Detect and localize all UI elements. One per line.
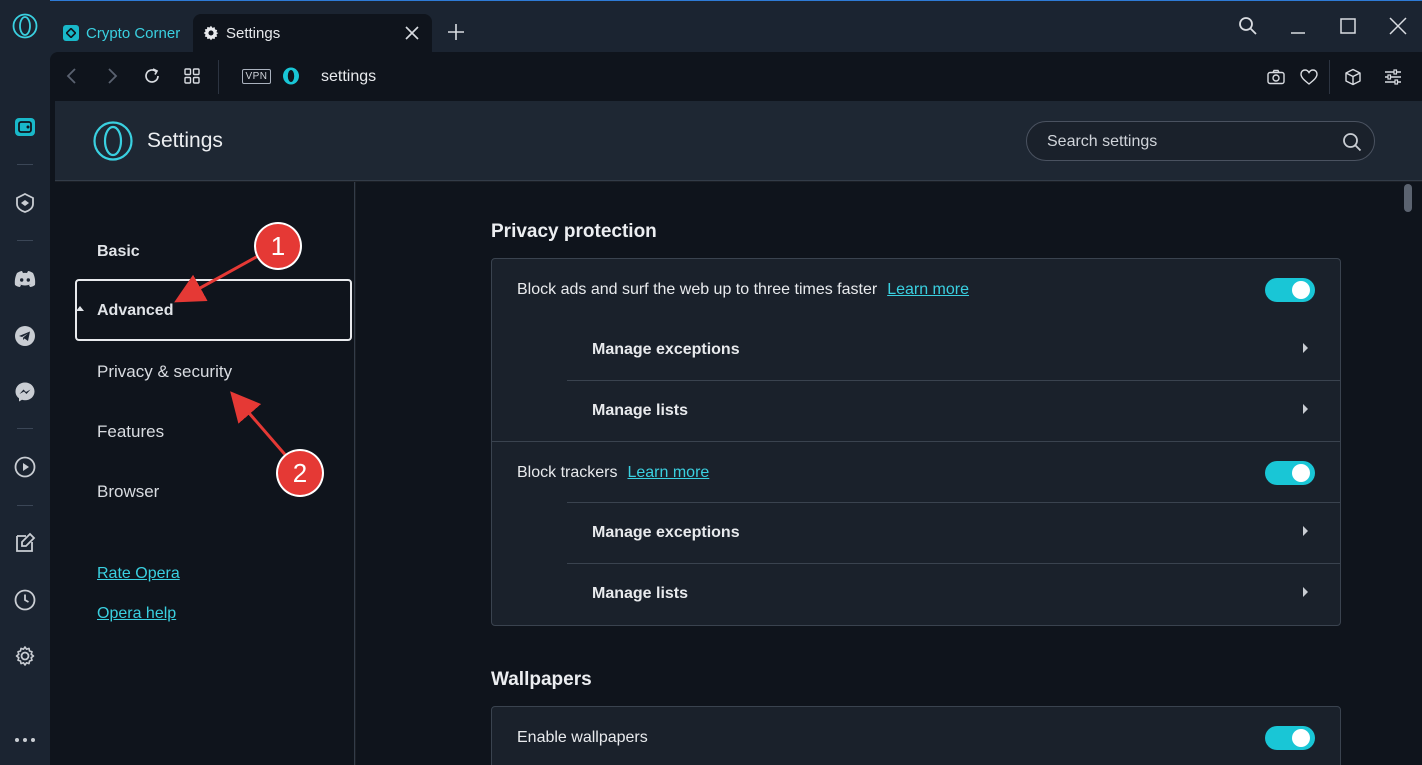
gear-icon (203, 25, 219, 41)
back-arrow-icon[interactable] (61, 65, 83, 87)
section-title-wallpapers: Wallpapers (491, 669, 592, 690)
block-ads-text: Block ads and surf the web up to three t… (517, 281, 878, 298)
caret-up-icon (76, 306, 84, 311)
scrollbar-thumb[interactable] (1404, 184, 1412, 212)
settings-content: Privacy protection Block ads and surf th… (356, 182, 1422, 765)
nav-browser[interactable]: Browser (97, 482, 159, 502)
close-tab-icon[interactable] (404, 25, 420, 41)
opera-settings-logo-icon (93, 121, 133, 161)
search-settings-input[interactable] (1047, 131, 1327, 153)
tab-strip: Crypto Corner Settings (50, 0, 1422, 52)
wallet-icon[interactable] (13, 115, 37, 139)
address-separator (1329, 60, 1330, 94)
manage-lists-label: Manage lists (592, 585, 689, 602)
messenger-icon[interactable] (13, 380, 37, 404)
manage-lists-label: Manage lists (592, 402, 689, 419)
discord-icon[interactable] (13, 267, 37, 291)
settings-header: Settings (55, 101, 1422, 181)
block-ads-learn-more-link[interactable]: Learn more (887, 281, 969, 298)
search-icon[interactable] (1342, 132, 1362, 152)
trackers-manage-lists-row[interactable]: Manage lists (567, 564, 1340, 625)
maximize-window-icon[interactable] (1336, 14, 1360, 38)
chevron-right-icon (1303, 526, 1308, 536)
block-trackers-toggle[interactable] (1265, 461, 1315, 485)
sidebar-separator (17, 428, 33, 429)
ads-manage-lists-row[interactable]: Manage lists (567, 381, 1340, 442)
tab-settings[interactable]: Settings (193, 14, 432, 52)
ads-manage-exceptions-row[interactable]: Manage exceptions (567, 320, 1340, 381)
address-bar: VPN settings (50, 52, 1422, 101)
block-ads-label: Block ads and surf the web up to three t… (517, 281, 969, 299)
extensions-cube-icon[interactable] (1342, 66, 1364, 88)
url-text[interactable]: settings (321, 68, 376, 86)
opera-page-icon (283, 67, 299, 85)
reload-icon[interactable] (141, 65, 163, 87)
pinboard-icon[interactable] (13, 531, 37, 555)
opera-help-link[interactable]: Opera help (97, 605, 176, 623)
manage-exceptions-label: Manage exceptions (592, 341, 740, 358)
vpn-badge[interactable]: VPN (242, 69, 271, 84)
settings-page: Settings Basic Advanced Privacy & securi… (55, 101, 1422, 765)
section-title-privacy-protection: Privacy protection (491, 221, 657, 242)
minimize-window-icon[interactable] (1286, 14, 1310, 38)
search-settings-box[interactable] (1026, 121, 1375, 161)
block-trackers-label: Block trackers Learn more (517, 464, 709, 482)
manage-exceptions-label: Manage exceptions (592, 524, 740, 541)
settings-gear-icon[interactable] (13, 644, 37, 668)
address-separator (218, 60, 219, 94)
sidebar-separator (17, 164, 33, 165)
history-icon[interactable] (13, 588, 37, 612)
opera-logo-icon[interactable] (12, 13, 38, 39)
tab-crypto-corner[interactable]: Crypto Corner (55, 14, 193, 52)
tab-grid-icon[interactable] (181, 65, 203, 87)
annotation-badge-2: 2 (278, 451, 322, 495)
crypto-corner-icon (63, 25, 79, 41)
tab-search-icon[interactable] (1236, 14, 1260, 38)
enable-wallpapers-label: Enable wallpapers (517, 729, 648, 746)
tab-label: Crypto Corner (86, 24, 181, 42)
annotation-badge-1: 1 (256, 224, 300, 268)
block-ads-toggle[interactable] (1265, 278, 1315, 302)
more-options-icon[interactable] (13, 728, 37, 752)
wallpapers-card: Enable wallpapers (491, 706, 1341, 765)
block-trackers-learn-more-link[interactable]: Learn more (627, 464, 709, 481)
crypto-shield-icon[interactable] (13, 191, 37, 215)
nav-privacy-security[interactable]: Privacy & security (97, 362, 232, 382)
chevron-right-icon (1303, 587, 1308, 597)
tab-label: Settings (226, 24, 281, 42)
opera-sidebar (0, 0, 50, 765)
trackers-manage-exceptions-row[interactable]: Manage exceptions (567, 503, 1340, 564)
bookmark-heart-icon[interactable] (1298, 66, 1320, 88)
nav-advanced[interactable]: Advanced (97, 302, 173, 320)
sidebar-separator (17, 240, 33, 241)
block-trackers-text: Block trackers (517, 464, 618, 481)
player-icon[interactable] (13, 455, 37, 479)
new-tab-plus-icon[interactable] (446, 22, 466, 42)
browser-frame: VPN settings Settings Search settings Ba… (50, 52, 1422, 765)
close-window-icon[interactable] (1386, 14, 1410, 38)
sidebar-separator (17, 505, 33, 506)
block-trackers-row: Block trackers Learn more (492, 442, 1340, 503)
enable-wallpapers-row: Enable wallpapers (492, 707, 1340, 765)
rate-opera-link[interactable]: Rate Opera (97, 565, 180, 583)
nav-features[interactable]: Features (97, 422, 164, 442)
chevron-right-icon (1303, 404, 1308, 414)
block-ads-row: Block ads and surf the web up to three t… (492, 259, 1340, 320)
snapshot-camera-icon[interactable] (1265, 66, 1287, 88)
chevron-right-icon (1303, 343, 1308, 353)
page-title: Settings (147, 129, 223, 152)
forward-arrow-icon[interactable] (101, 65, 123, 87)
privacy-protection-card: Block ads and surf the web up to three t… (491, 258, 1341, 626)
telegram-icon[interactable] (13, 324, 37, 348)
nav-basic[interactable]: Basic (97, 243, 140, 261)
easy-setup-sliders-icon[interactable] (1382, 66, 1404, 88)
enable-wallpapers-toggle[interactable] (1265, 726, 1315, 750)
